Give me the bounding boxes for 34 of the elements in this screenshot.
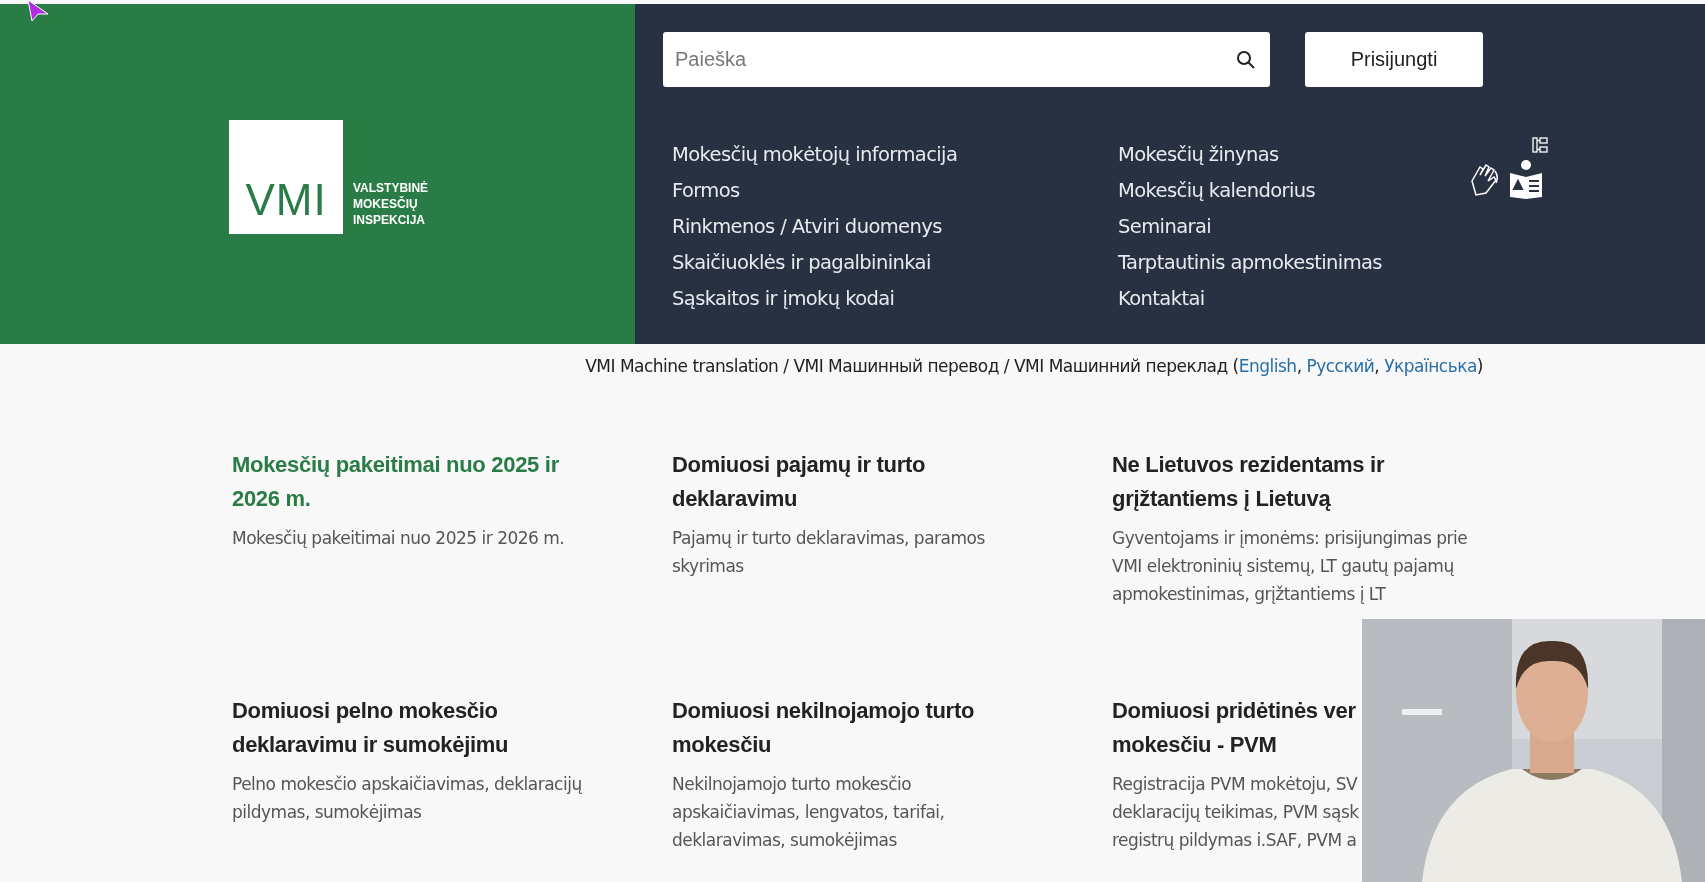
- translation-notice: VMI Machine translation / VMI Машинный перевод / VMI Машинний переклад (English, Русский, Українська): [585, 356, 1483, 376]
- nav-link[interactable]: Mokesčių mokėtojų informacija: [672, 137, 1118, 173]
- search-field[interactable]: Paieška: [663, 32, 1270, 87]
- nav-link[interactable]: Sąskaitos ir įmokų kodai: [672, 281, 1118, 317]
- login-button[interactable]: Prisijungti: [1305, 32, 1483, 87]
- card-description: Pajamų ir turto deklaravimas, paramos skyrimas: [672, 527, 985, 578]
- logo-text: INSPEKCIJA: [353, 212, 427, 228]
- nav-link[interactable]: Kontaktai: [1118, 281, 1508, 317]
- nav-link[interactable]: Mokesčių kalendorius: [1118, 173, 1508, 209]
- logo-mark[interactable]: VMI: [229, 120, 343, 234]
- language-link[interactable]: English: [1238, 356, 1297, 376]
- nav-link[interactable]: Seminarai: [1118, 209, 1508, 245]
- nav-link[interactable]: Mokesčių žinynas: [1118, 137, 1508, 173]
- nav-link[interactable]: Formos: [672, 173, 1118, 209]
- nav-link[interactable]: Rinkmenos / Atviri duomenys: [672, 209, 1118, 245]
- card-description: Nekilnojamojo turto mokesčio apskaičiavimas, lengvatos, tarifai, deklaravimas, sumokėjimas: [672, 773, 945, 852]
- search-icon[interactable]: [1236, 49, 1256, 70]
- nav-link[interactable]: Tarptautinis apmokestinimas: [1118, 245, 1508, 281]
- card-description: Mokesčių pakeitimai nuo 2025 ir 2026 m.: [232, 527, 565, 550]
- card-description: Gyventojams ir įmonėms: prisijungimas prie VMI elektroninių sistemų, LT gautų pajamų apmokestinimas, grįžtantiems į LT: [1112, 527, 1468, 606]
- card-title[interactable]: Domiuosi pelno mokesčio deklaravimu ir sumokėjimu: [232, 694, 509, 762]
- language-link[interactable]: Українська: [1384, 356, 1477, 376]
- card-description: Pelno mokesčio apskaičiavimas, deklaracijų pildymas, sumokėjimas: [232, 773, 582, 824]
- card-description: Registracija PVM mokėtoju, SV deklaracijų teikimas, PVM sąsk registrų pildymas i.SAF, PVM a: [1112, 773, 1359, 852]
- logo-text: VALSTYBINĖ: [353, 180, 429, 196]
- card-title[interactable]: Domiuosi pridėtinės ver mokesčiu - PVM: [1112, 694, 1356, 762]
- card-title[interactable]: Domiuosi nekilnojamojo turto mokesčiu: [672, 694, 975, 762]
- language-link[interactable]: Русский: [1306, 356, 1375, 376]
- card-title[interactable]: Ne Lietuvos rezidentams ir grįžtantiems į Lietuvą: [1112, 448, 1385, 516]
- nav-link[interactable]: Skaičiuoklės ir pagalbininkai: [672, 245, 1118, 281]
- card-title[interactable]: Domiuosi pajamų ir turto deklaravimu: [672, 448, 926, 516]
- logo-text: MOKESČIŲ: [353, 196, 419, 212]
- card-title[interactable]: Mokesčių pakeitimai nuo 2025 ir 2026 m.: [232, 448, 559, 516]
- sitemap-icon[interactable]: [1532, 137, 1548, 153]
